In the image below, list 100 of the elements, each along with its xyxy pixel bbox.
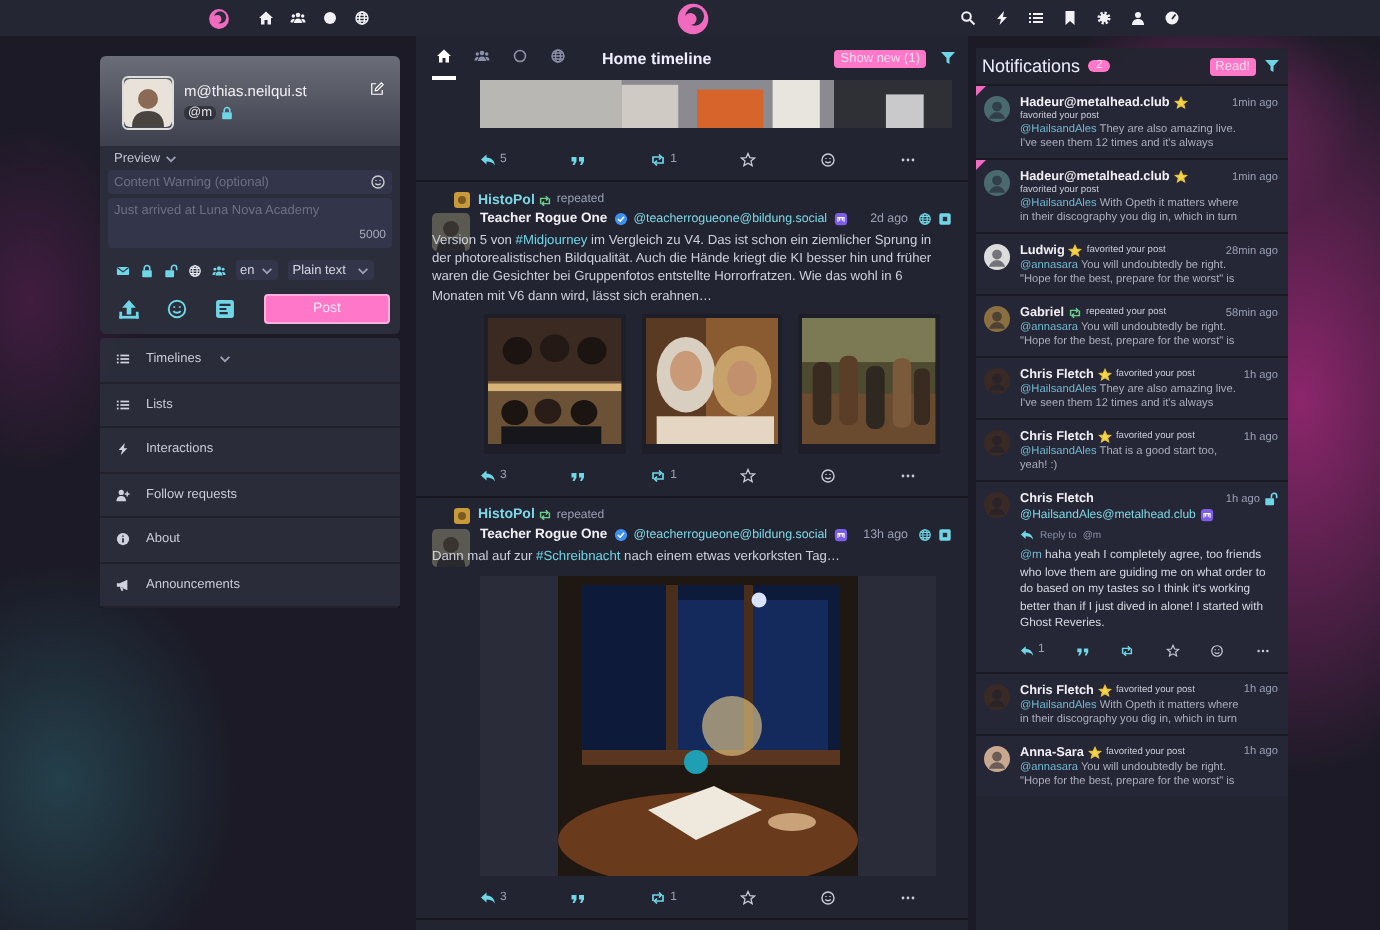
- circle-icon[interactable]: [322, 10, 338, 26]
- quote-button[interactable]: [570, 152, 587, 168]
- bookmark-icon[interactable]: [1062, 10, 1078, 26]
- favorite-button[interactable]: [740, 889, 757, 906]
- avatar[interactable]: [122, 76, 174, 130]
- avatar[interactable]: [984, 244, 1010, 270]
- edit-icon[interactable]: [370, 82, 384, 96]
- caret-icon: [164, 152, 179, 166]
- swirl-logo[interactable]: [676, 2, 710, 36]
- favorite-button[interactable]: [1165, 643, 1180, 658]
- repeat-icon: [650, 889, 667, 906]
- home-icon: [436, 48, 452, 64]
- star-icon: [1097, 683, 1112, 698]
- quote-button[interactable]: [1075, 643, 1090, 658]
- avatar[interactable]: [432, 527, 470, 568]
- info-icon: [116, 532, 130, 547]
- people-icon[interactable]: [212, 263, 226, 277]
- boost-button[interactable]: [1120, 643, 1135, 658]
- react-button[interactable]: [820, 889, 837, 906]
- repeat-icon: [650, 152, 667, 168]
- envelope-icon[interactable]: [116, 263, 130, 277]
- favorite-button[interactable]: [740, 467, 757, 484]
- circle-icon: [512, 48, 528, 64]
- star-icon: [740, 889, 757, 906]
- chat-badge-icon: [833, 527, 848, 542]
- user-icon[interactable]: [1130, 10, 1146, 26]
- repeat-icon: [1120, 643, 1135, 658]
- globe-icon[interactable]: [354, 10, 370, 26]
- avatar[interactable]: [984, 745, 1010, 772]
- quote-icon: [1075, 643, 1090, 658]
- people-icon[interactable]: [290, 10, 306, 26]
- repeat-icon: [538, 193, 553, 207]
- chat-badge-icon: [833, 212, 848, 226]
- check-badge-icon: [613, 527, 628, 542]
- reply-arrow-icon: [1020, 528, 1034, 542]
- document-icon[interactable]: [214, 298, 236, 320]
- lightning-icon[interactable]: [994, 10, 1010, 26]
- react-button[interactable]: [820, 152, 837, 168]
- reply-icon: [480, 152, 496, 168]
- column-title: Notifications: [982, 56, 1081, 76]
- caret-icon: [260, 263, 275, 277]
- caret-icon: [355, 263, 370, 277]
- unlock-icon: [1264, 492, 1278, 506]
- globe-icon: [918, 527, 932, 542]
- favorite-button[interactable]: [740, 152, 757, 168]
- reply-icon: [1020, 643, 1034, 658]
- globe-icon: [918, 212, 932, 226]
- star-icon: [740, 467, 757, 484]
- people-icon: [474, 48, 490, 64]
- repeat-icon: [650, 467, 667, 484]
- square-icon[interactable]: [938, 527, 952, 542]
- search-icon[interactable]: [960, 10, 976, 26]
- star-icon: [740, 152, 757, 168]
- smiley-icon: [1210, 643, 1225, 658]
- smiley-icon[interactable]: [166, 298, 188, 320]
- quote-icon: [570, 467, 587, 484]
- repeat-icon: [538, 508, 553, 523]
- column-title: Home timeline: [602, 49, 712, 67]
- star-icon: [1173, 170, 1188, 184]
- star-icon: [1173, 96, 1188, 110]
- lightning-icon: [116, 442, 130, 457]
- lock-icon[interactable]: [140, 263, 154, 277]
- smiley-icon: [820, 152, 837, 168]
- star-icon: [1097, 430, 1112, 444]
- list-icon[interactable]: [1028, 10, 1044, 26]
- notification-card[interactable]: [976, 480, 1288, 672]
- check-badge-icon: [613, 212, 628, 226]
- globe-icon[interactable]: [188, 263, 202, 277]
- megaphone-icon: [116, 577, 130, 592]
- avatar[interactable]: [454, 507, 470, 524]
- filter-icon[interactable]: [1264, 58, 1280, 74]
- swirl-logo[interactable]: [208, 7, 230, 29]
- star-icon: [1087, 745, 1102, 760]
- smiley-icon[interactable]: [370, 174, 386, 190]
- quote-button[interactable]: [570, 467, 587, 484]
- quote-icon: [570, 152, 587, 168]
- star-icon: [1097, 368, 1112, 382]
- upload-icon[interactable]: [118, 298, 140, 320]
- filter-icon[interactable]: [940, 50, 956, 66]
- unread-marker: [976, 86, 986, 96]
- quote-icon: [570, 889, 587, 906]
- list-icon: [116, 397, 130, 412]
- gauge-icon[interactable]: [1164, 10, 1180, 26]
- unlock-icon[interactable]: [164, 263, 178, 277]
- quote-button[interactable]: [570, 889, 587, 906]
- home-icon[interactable]: [258, 10, 274, 26]
- reply-icon: [480, 889, 496, 906]
- smiley-icon: [820, 467, 837, 484]
- react-button[interactable]: [1210, 643, 1225, 658]
- repeat-icon: [1068, 306, 1083, 320]
- square-icon[interactable]: [938, 212, 952, 226]
- reply-icon: [480, 467, 496, 484]
- settings-icon[interactable]: [1096, 10, 1112, 26]
- star-icon: [1165, 643, 1180, 658]
- globe-icon: [550, 48, 566, 64]
- caret-icon: [217, 352, 232, 367]
- star-icon: [1068, 244, 1083, 258]
- user-plus-icon: [116, 487, 130, 502]
- react-button[interactable]: [820, 467, 837, 484]
- smiley-icon: [820, 889, 837, 906]
